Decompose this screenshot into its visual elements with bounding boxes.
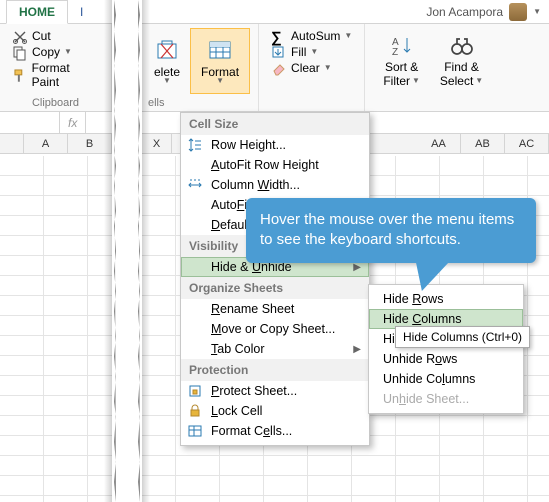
- menu-tab-color[interactable]: Tab Color ▶: [181, 339, 369, 359]
- menu-autofit-row-label: AutoFit Row Height: [211, 158, 319, 172]
- find-label: Find &: [444, 61, 479, 74]
- torn-edge: [112, 0, 142, 502]
- copy-label: Copy: [32, 45, 60, 59]
- submenu-unhide-rows[interactable]: Unhide Rows: [369, 349, 523, 369]
- submenu-unhide-cols-label: Unhide Columns: [383, 372, 475, 386]
- col-header[interactable]: A: [24, 134, 68, 153]
- copy-dropdown-icon[interactable]: ▼: [64, 50, 72, 55]
- format-button[interactable]: Format ▼: [190, 28, 250, 94]
- autosum-label: AutoSum: [291, 29, 340, 43]
- eraser-icon: [271, 61, 287, 75]
- menu-move-copy-label: Move or Copy Sheet...: [211, 322, 335, 336]
- paint-label: Format Paint: [32, 61, 99, 89]
- cut-button[interactable]: Cut: [8, 28, 103, 44]
- sort-label: Sort &: [385, 61, 418, 74]
- row-height-icon: [187, 137, 203, 153]
- submenu-unhide-rows-label: Unhide Rows: [383, 352, 457, 366]
- copy-icon: [12, 45, 28, 59]
- menu-move-copy[interactable]: Move or Copy Sheet...: [181, 319, 369, 339]
- format-dropdown-icon[interactable]: ▼: [216, 79, 224, 84]
- menu-head-protection: Protection: [181, 359, 369, 381]
- tooltip-hide-columns: Hide Columns (Ctrl+0): [395, 326, 530, 348]
- select-label: Select: [440, 75, 473, 88]
- menu-protect-sheet-label: Protect Sheet...: [211, 384, 297, 398]
- sigma-icon: ∑: [271, 29, 287, 43]
- editing-pad2: [373, 95, 493, 109]
- format-menu: Cell Size Row Height... AutoFit Row Heig…: [180, 112, 370, 446]
- menu-autofit-row[interactable]: AutoFit Row Height: [181, 155, 369, 175]
- submenu-hide-rows[interactable]: Hide Rows: [369, 289, 523, 309]
- menu-col-width-label: Column Width...: [211, 178, 300, 192]
- user-name: Jon Acampora: [426, 5, 503, 19]
- submenu-arrow-icon: ▶: [353, 262, 361, 273]
- format-cells-icon: [187, 423, 203, 439]
- editing-group-pad: [267, 95, 356, 109]
- submenu-hide-columns-label: Hide Columns: [383, 312, 462, 326]
- autosum-dropdown-icon[interactable]: ▼: [344, 34, 352, 39]
- menu-rename-label: Rename Sheet: [211, 302, 294, 316]
- tab-second-fragment[interactable]: I: [68, 1, 95, 23]
- delete-dropdown-icon[interactable]: ▼: [163, 79, 171, 84]
- col-header[interactable]: AA: [417, 134, 461, 153]
- menu-lock-cell-label: Lock Cell: [211, 404, 262, 418]
- find-select-button[interactable]: Find & Select▼: [430, 28, 493, 94]
- col-header[interactable]: AC: [505, 134, 549, 153]
- menu-row-height-label: Row Height...: [211, 138, 286, 152]
- delete-icon: [155, 38, 179, 62]
- menu-protect-sheet[interactable]: Protect Sheet...: [181, 381, 369, 401]
- submenu-unhide-sheet-label: Unhide Sheet...: [383, 392, 469, 406]
- filter-label: Filter: [383, 75, 410, 88]
- user-dropdown-icon[interactable]: ▼: [533, 10, 541, 15]
- copy-button[interactable]: Copy ▼: [8, 44, 103, 60]
- sort-dropdown-icon[interactable]: ▼: [412, 79, 420, 84]
- delete-button[interactable]: elete ▼: [144, 28, 190, 94]
- menu-lock-cell[interactable]: Lock Cell: [181, 401, 369, 421]
- shield-icon: [187, 383, 203, 399]
- submenu-unhide-cols[interactable]: Unhide Columns: [369, 369, 523, 389]
- menu-format-cells[interactable]: Format Cells...: [181, 421, 369, 441]
- clipboard-group-label: Clipboard: [8, 95, 103, 109]
- fill-dropdown-icon[interactable]: ▼: [310, 50, 318, 55]
- fill-icon: [271, 45, 287, 59]
- cut-label: Cut: [32, 29, 51, 43]
- fx-icon[interactable]: fx: [60, 112, 86, 133]
- col-header[interactable]: AB: [461, 134, 505, 153]
- submenu-hide-rows-label: Hide Rows: [383, 292, 443, 306]
- col-width-icon: [187, 177, 203, 193]
- find-dropdown-icon[interactable]: ▼: [475, 79, 483, 84]
- clear-dropdown-icon[interactable]: ▼: [324, 66, 332, 71]
- avatar[interactable]: [509, 3, 527, 21]
- fill-label: Fill: [291, 45, 306, 59]
- menu-head-cellsize: Cell Size: [181, 113, 369, 135]
- clear-button[interactable]: Clear ▼: [267, 60, 356, 76]
- submenu-arrow-icon: ▶: [353, 344, 361, 355]
- tab-home[interactable]: HOME: [6, 0, 68, 24]
- menu-head-organize: Organize Sheets: [181, 277, 369, 299]
- svg-text:Z: Z: [392, 47, 398, 58]
- sort-filter-button[interactable]: AZ Sort & Filter▼: [373, 28, 430, 94]
- fill-button[interactable]: Fill ▼: [267, 44, 356, 60]
- format-painter-button[interactable]: Format Paint: [8, 60, 103, 90]
- autosum-button[interactable]: ∑ AutoSum ▼: [267, 28, 356, 44]
- menu-row-height[interactable]: Row Height...: [181, 135, 369, 155]
- sort-icon: AZ: [390, 34, 414, 58]
- clear-label: Clear: [291, 61, 320, 75]
- binoculars-icon: [450, 34, 474, 58]
- select-all-corner[interactable]: [0, 134, 24, 153]
- format-icon: [208, 38, 232, 62]
- menu-col-width[interactable]: Column Width...: [181, 175, 369, 195]
- menu-format-cells-label: Format Cells...: [211, 424, 292, 438]
- menu-rename-sheet[interactable]: Rename Sheet: [181, 299, 369, 319]
- instruction-callout: Hover the mouse over the menu items to s…: [246, 198, 536, 263]
- hide-unhide-submenu: Hide Rows Hide Columns Hide Sheet Unhide…: [368, 284, 524, 414]
- paintbrush-icon: [12, 68, 28, 82]
- lock-icon: [187, 403, 203, 419]
- submenu-unhide-sheet: Unhide Sheet...: [369, 389, 523, 409]
- cells-group-label: ells: [144, 95, 250, 109]
- menu-tab-color-label: Tab Color: [211, 342, 265, 356]
- scissors-icon: [12, 29, 28, 43]
